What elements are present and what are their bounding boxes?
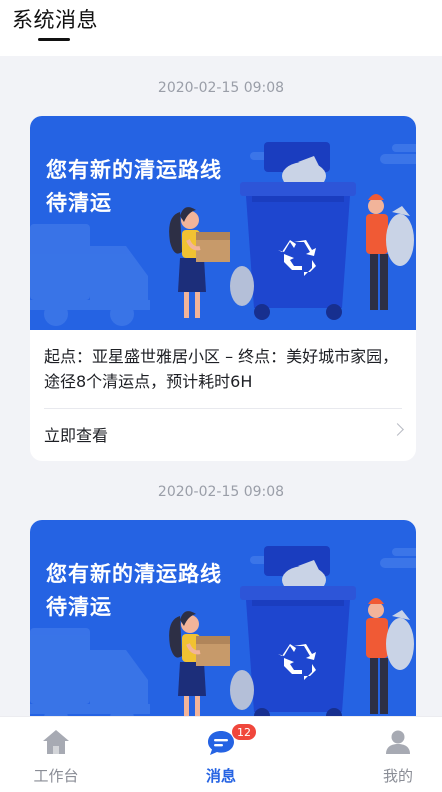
message-feed[interactable]: 2020-02-15 09:08 您有新的清运路线 待清运 起点：亚星盛世雅居小… bbox=[0, 56, 442, 716]
bottom-tab-bar: 工作台 12 消息 我的 bbox=[0, 716, 442, 792]
unread-badge: 12 bbox=[231, 723, 257, 741]
message-card[interactable]: 您有新的清运路线 待清运 起点：亚星盛世雅居小区 – 终点：美好城市家园，途径8… bbox=[30, 116, 416, 461]
tab-messages[interactable]: 12 消息 bbox=[171, 717, 271, 792]
title-underline bbox=[38, 38, 70, 41]
view-details-link[interactable]: 立即查看 bbox=[30, 409, 416, 461]
banner-line-2: 待清运 bbox=[46, 191, 112, 215]
tab-workbench[interactable]: 工作台 bbox=[6, 717, 106, 792]
message-card[interactable]: 您有新的清运路线 待清运 bbox=[30, 520, 416, 716]
tab-label: 工作台 bbox=[33, 767, 79, 785]
page-title: 系统消息 bbox=[12, 8, 98, 32]
banner-line-1: 您有新的清运路线 bbox=[46, 562, 222, 586]
tab-label: 我的 bbox=[382, 767, 413, 785]
user-icon bbox=[386, 730, 410, 754]
home-icon bbox=[43, 730, 69, 754]
message-timestamp: 2020-02-15 09:08 bbox=[157, 484, 285, 500]
view-details-label: 立即查看 bbox=[44, 426, 109, 445]
tab-label: 消息 bbox=[205, 767, 236, 785]
banner-line-2: 待清运 bbox=[46, 595, 112, 619]
banner-headline: 您有新的清运路线 待清运 bbox=[46, 558, 222, 624]
route-banner: 您有新的清运路线 待清运 bbox=[30, 116, 416, 330]
garbage-truck-illustration bbox=[30, 142, 416, 326]
route-info: 起点：亚星盛世雅居小区 – 终点：美好城市家园，途径8个清运点，预计耗时6H bbox=[44, 347, 399, 391]
top-bar: 系统消息 bbox=[0, 0, 442, 56]
chevron-right-icon bbox=[391, 423, 404, 436]
route-banner: 您有新的清运路线 待清运 bbox=[30, 520, 416, 716]
message-timestamp: 2020-02-15 09:08 bbox=[157, 80, 285, 96]
banner-line-1: 您有新的清运路线 bbox=[46, 158, 222, 182]
banner-headline: 您有新的清运路线 待清运 bbox=[46, 154, 222, 220]
tab-profile[interactable]: 我的 bbox=[348, 717, 442, 792]
